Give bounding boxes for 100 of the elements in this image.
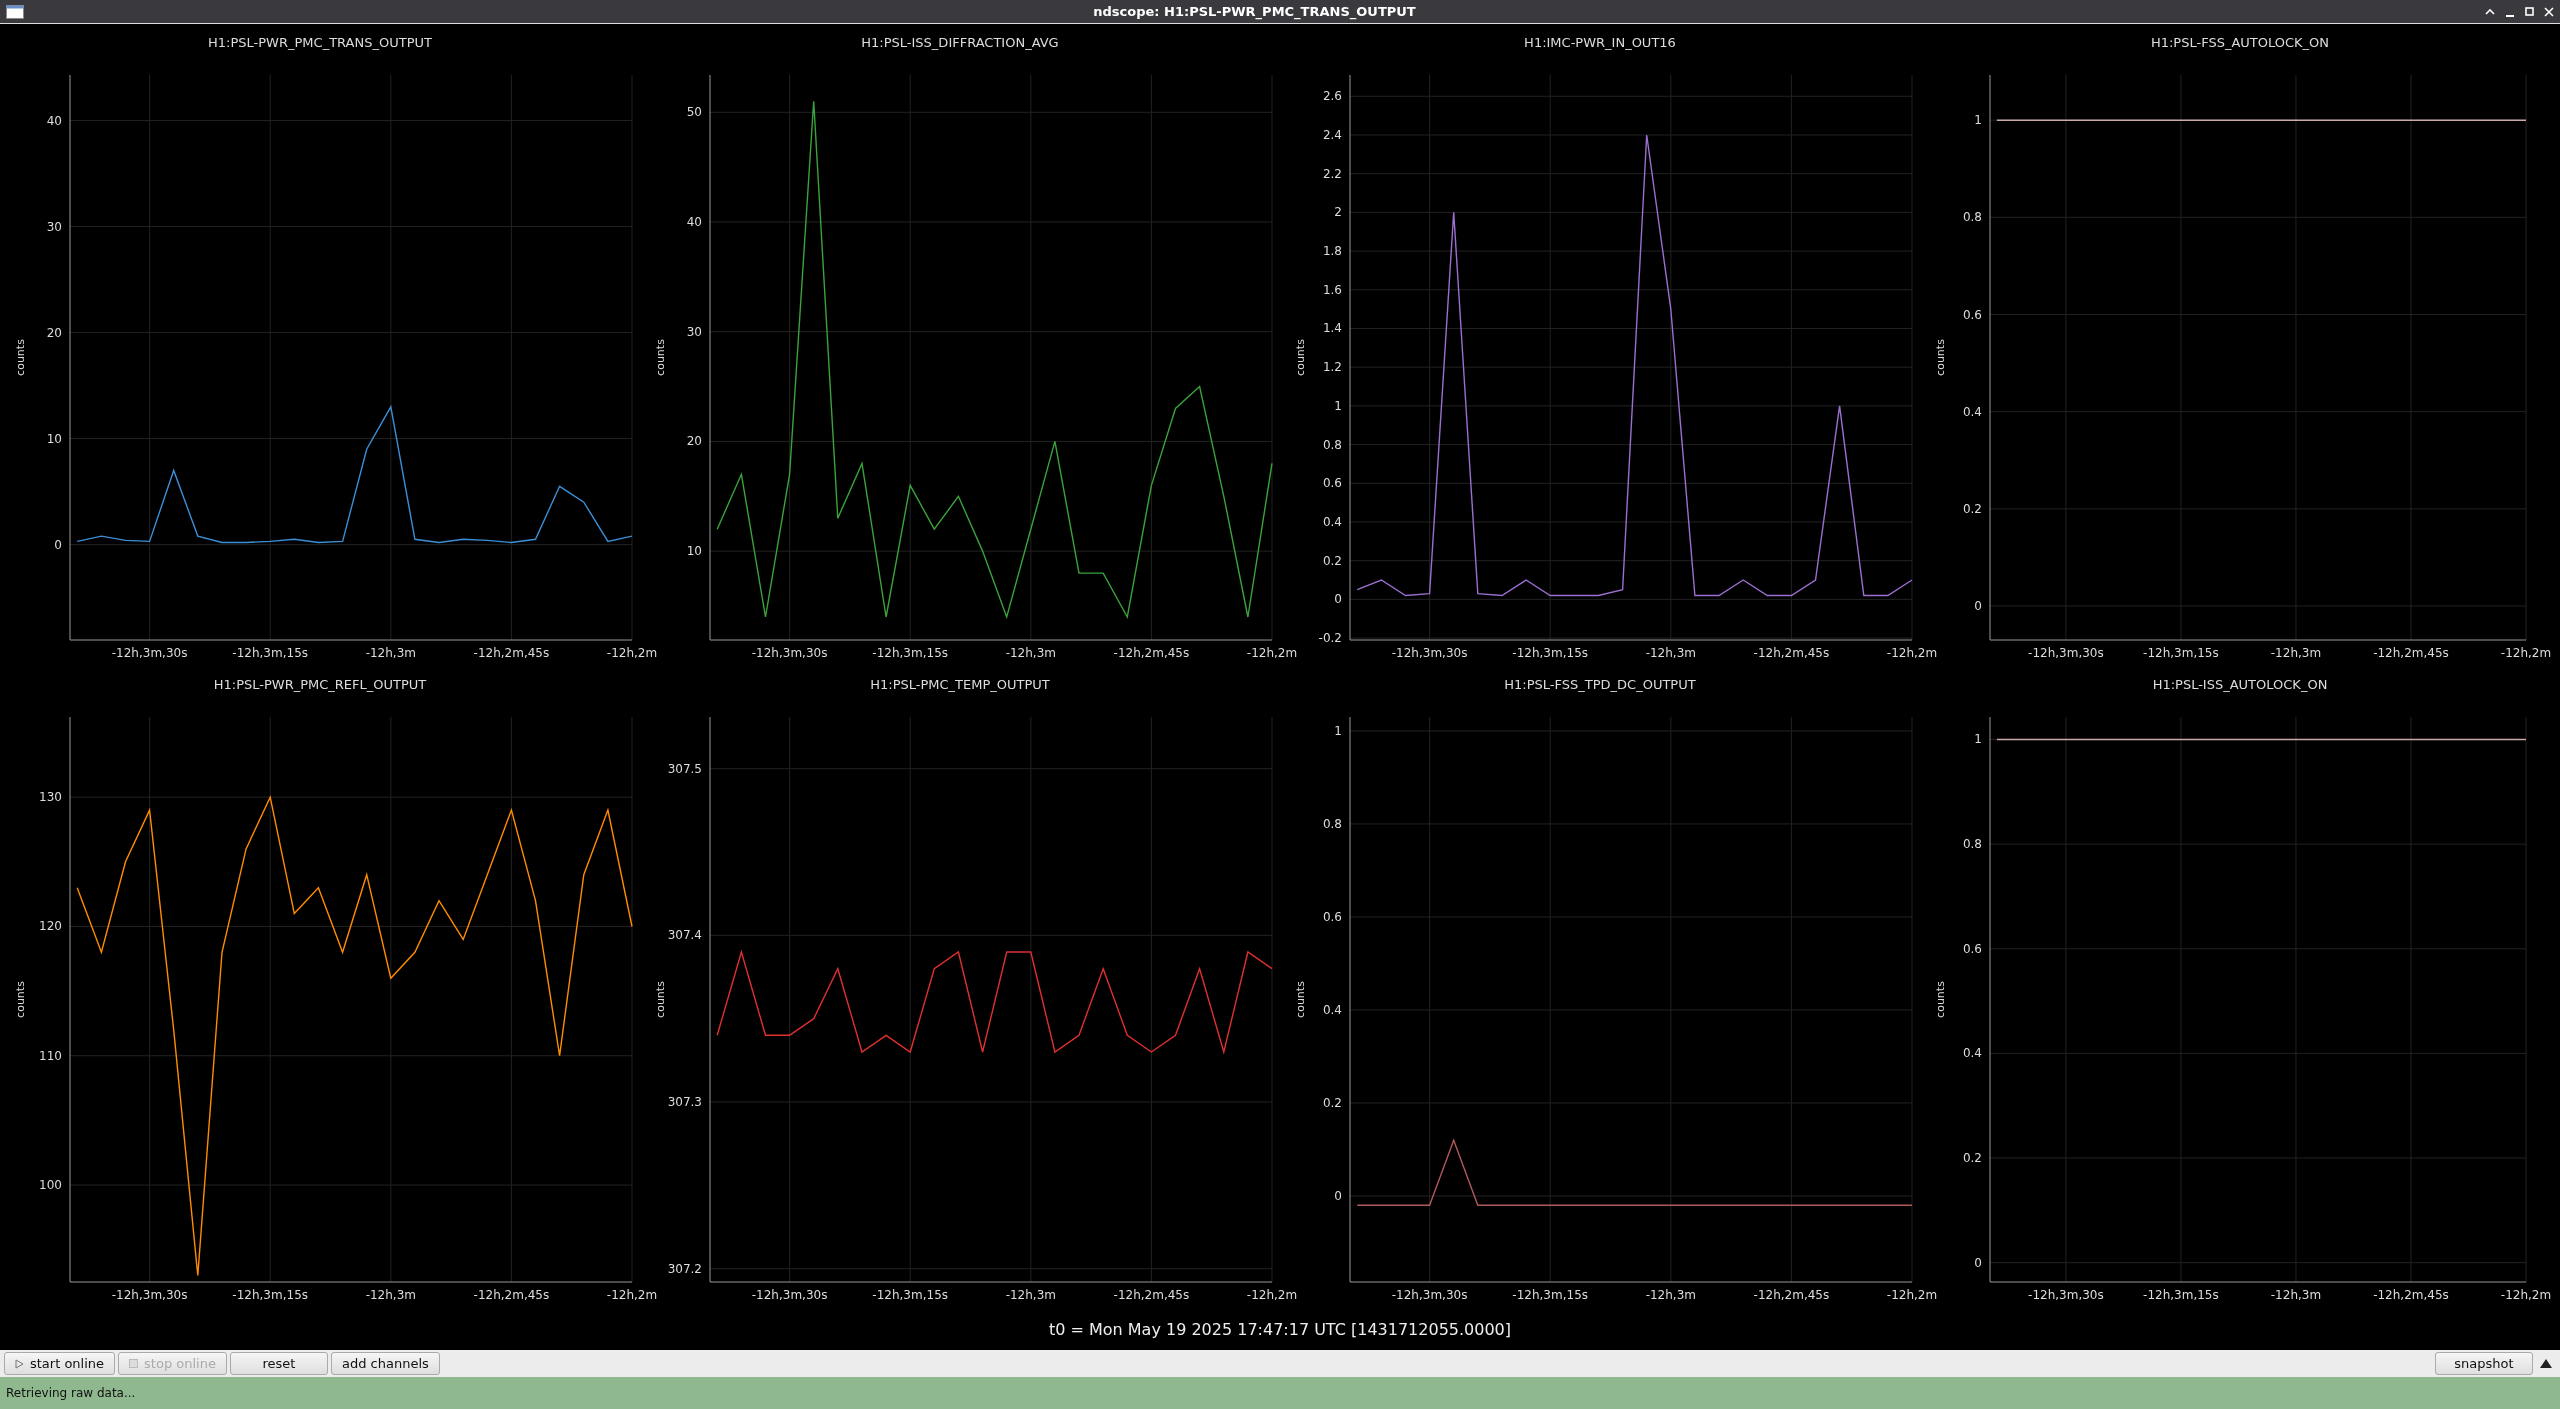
axis-tick-label: -12h,3m,30s	[111, 646, 188, 660]
axis-tick-label: -12h,2m,45s	[1113, 1288, 1190, 1302]
stop-icon	[129, 1359, 139, 1368]
axis-label: counts	[1294, 339, 1307, 376]
axis-tick-label: -12h,2m,45s	[1753, 1288, 1830, 1302]
axis-tick-label: 0.2	[1962, 501, 1982, 516]
axis-tick-label: -12h,2m	[1246, 646, 1298, 660]
plot-title: H1:PSL-FSS_AUTOLOCK_ON	[2150, 33, 2330, 52]
plot-title: H1:IMC-PWR_IN_OUT16	[1524, 33, 1676, 52]
axis-tick-label: 307.5	[667, 761, 702, 776]
window-icon	[6, 4, 24, 19]
axis-tick-label: 40	[686, 215, 702, 229]
axis-tick-label: -12h,2m	[2500, 646, 2552, 660]
axis-tick-label: 0.4	[1322, 1002, 1342, 1017]
play-button[interactable]: start online	[4, 1352, 116, 1375]
axis-tick-label: -12h,3m	[365, 646, 416, 660]
axis-tick-label: -12h,2m	[1886, 1288, 1938, 1302]
axis-tick-label: 2.4	[1322, 128, 1342, 142]
axis-tick-label: 0.8	[1322, 437, 1342, 452]
axis-tick-label: 0.6	[1962, 307, 1982, 322]
axis-tick-label: 307.2	[667, 1261, 702, 1276]
axis-tick-label: 1	[1334, 398, 1342, 413]
axis-tick-label: 40	[46, 113, 62, 128]
axis-tick-label: -12h,3m,15s	[1512, 1288, 1589, 1302]
axis-tick-label: -12h,2m,45s	[473, 1288, 550, 1302]
axis-tick-label: 307.4	[667, 928, 702, 943]
play-icon	[15, 1358, 24, 1369]
axis-tick-label: 0	[1974, 599, 1982, 613]
axis-tick-label: -12h,3m,15s	[1512, 646, 1589, 660]
axis-tick-label: -12h,2m,45s	[1113, 646, 1190, 660]
axis-tick-label: 1.2	[1322, 360, 1342, 375]
axis-tick-label: -12h,2m	[606, 1288, 658, 1302]
snapshot-button[interactable]: snapshot	[2435, 1352, 2533, 1375]
axis-label: counts	[14, 339, 27, 376]
axis-tick-label: 0.4	[1322, 514, 1342, 529]
axis-tick-label: 0	[1334, 1188, 1342, 1203]
axis-tick-label: 0.4	[1962, 1046, 1982, 1061]
axis-tick-label: -12h,2m,45s	[1753, 646, 1830, 660]
axis-tick-label: -12h,3m	[1645, 646, 1696, 660]
axis-tick-label: -12h,3m,30s	[111, 1288, 188, 1302]
axis-tick-label: -12h,3m	[2270, 1288, 2322, 1302]
axis-tick-label: 2	[1334, 205, 1342, 220]
axis-tick-label: 1.8	[1322, 244, 1342, 259]
axis-tick-label: -12h,3m,15s	[232, 1288, 309, 1302]
axis-tick-label: 20	[46, 325, 62, 340]
toolbar-button[interactable]: reset	[229, 1352, 328, 1375]
chevron-up-icon[interactable]	[2485, 8, 2495, 15]
axis-tick-label: 130	[39, 790, 62, 805]
axis-tick-label: -12h,3m,30s	[1391, 646, 1468, 660]
axis-tick-label: 0	[1974, 1255, 1982, 1270]
axis-tick-label: -12h,2m	[2500, 1288, 2552, 1302]
window-title: ndscope: H1:PSL-PWR_PMC_TRANS_OUTPUT	[1092, 4, 1417, 19]
axis-tick-label: 10	[686, 544, 702, 559]
plot-title: H1:PSL-FSS_TPD_DC_OUTPUT	[1504, 675, 1696, 694]
axis-tick-label: -12h,2m	[1886, 646, 1938, 660]
axis-tick-label: -12h,3m,15s	[232, 646, 309, 660]
axis-tick-label: -0.2	[1318, 631, 1342, 646]
axis-tick-label: -12h,2m,45s	[2373, 1288, 2449, 1302]
axis-tick-label: 0.8	[1962, 210, 1982, 225]
axis-label: counts	[14, 981, 27, 1018]
axis-tick-label: -12h,3m,30s	[751, 1288, 828, 1302]
axis-tick-label: -12h,3m	[1005, 1288, 1056, 1302]
axis-tick-label: -12h,3m,15s	[872, 1288, 949, 1302]
axis-label: counts	[1934, 339, 1947, 376]
axis-label: counts	[654, 981, 667, 1018]
axis-tick-label: -12h,2m,45s	[473, 646, 550, 660]
axis-tick-label: 100	[39, 1178, 62, 1193]
axis-tick-label: -12h,3m	[365, 1288, 416, 1302]
axis-tick-label: 30	[686, 324, 702, 339]
axis-tick-label: 0.2	[1962, 1151, 1982, 1165]
axis-tick-label: 0.6	[1322, 909, 1342, 924]
axis-tick-label: 2.2	[1322, 166, 1342, 181]
axis-tick-label: 307.3	[667, 1095, 702, 1109]
axis-tick-label: 0	[54, 537, 62, 552]
plot-title: H1:PSL-PWR_PMC_REFL_OUTPUT	[213, 675, 427, 694]
axis-tick-label: 110	[39, 1048, 62, 1063]
axis-tick-label: -12h,3m	[1645, 1288, 1696, 1302]
axis-tick-label: 0.8	[1962, 837, 1982, 852]
axis-tick-label: 2.6	[1322, 89, 1342, 104]
close-icon[interactable]	[2544, 6, 2554, 17]
axis-tick-label: -12h,3m	[2270, 646, 2322, 660]
status-text: Retrieving raw data...	[6, 1386, 136, 1400]
axis-tick-label: 10	[46, 431, 62, 446]
axis-tick-label: -12h,3m,15s	[872, 646, 949, 660]
axis-label: counts	[654, 339, 667, 376]
axis-tick-label: 20	[686, 434, 702, 449]
t0-timestamp: t0 = Mon May 19 2025 17:47:17 UTC [1431712055.0000]	[1048, 1319, 1512, 1339]
axis-tick-label: -12h,2m	[606, 646, 658, 660]
axis-tick-label: 0.8	[1322, 816, 1342, 831]
axis-tick-label: 0.4	[1962, 404, 1982, 419]
axis-tick-label: 1.6	[1322, 282, 1342, 297]
axis-tick-label: 1	[1974, 732, 1982, 747]
axis-tick-label: 0.6	[1962, 941, 1982, 956]
axis-tick-label: -12h,3m,30s	[2028, 646, 2104, 660]
axis-tick-label: 0.6	[1322, 476, 1342, 491]
axis-tick-label: -12h,2m,45s	[2373, 646, 2449, 660]
maximize-icon[interactable]	[2525, 7, 2534, 16]
toolbar-button[interactable]: add channels	[330, 1352, 440, 1375]
axis-tick-label: -12h,3m	[1005, 646, 1056, 660]
axis-tick-label: 120	[39, 919, 62, 934]
